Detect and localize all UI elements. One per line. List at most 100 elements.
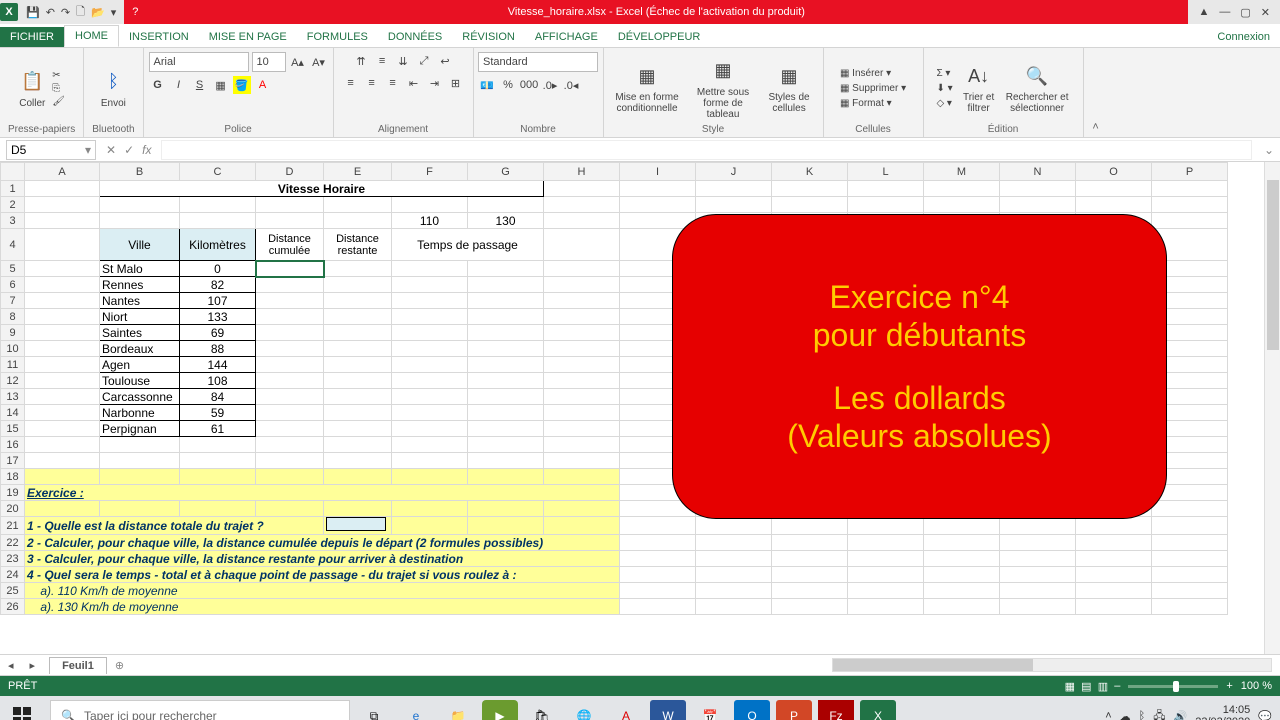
sort-filter-button[interactable]: A↓Trier et filtrer <box>959 62 999 114</box>
col-header[interactable]: F <box>392 163 468 181</box>
row-header[interactable]: 2 <box>1 197 25 213</box>
zoom-in-icon[interactable]: + <box>1226 680 1232 692</box>
cell[interactable]: 69 <box>180 325 256 341</box>
row-header[interactable]: 5 <box>1 261 25 277</box>
cell[interactable]: St Malo <box>100 261 180 277</box>
taskbar-app-acrobat[interactable]: A <box>608 700 644 720</box>
font-size-select[interactable]: 10 <box>252 52 286 72</box>
cell[interactable]: 108 <box>180 373 256 389</box>
taskbar-app-camtasia[interactable]: ▶ <box>482 700 518 720</box>
taskbar-app-explorer[interactable]: 📁 <box>440 700 476 720</box>
redo-icon[interactable]: ↷ <box>61 6 70 19</box>
cell[interactable]: Agen <box>100 357 180 373</box>
align-left-icon[interactable]: ≡ <box>342 74 360 92</box>
col-header[interactable]: J <box>696 163 772 181</box>
cell[interactable]: Nantes <box>100 293 180 309</box>
cell[interactable]: 107 <box>180 293 256 309</box>
row-header[interactable]: 25 <box>1 583 25 599</box>
col-header[interactable]: N <box>1000 163 1076 181</box>
cell[interactable]: 84 <box>180 389 256 405</box>
expand-formula-bar-icon[interactable]: ⌄ <box>1258 143 1280 157</box>
format-painter-icon[interactable]: 🖌 <box>52 96 65 107</box>
col-header[interactable]: A <box>25 163 100 181</box>
name-box[interactable]: D5▾ <box>6 140 96 160</box>
col-header[interactable]: H <box>544 163 620 181</box>
conditional-format-button[interactable]: ▦Mise en forme conditionnelle <box>612 62 682 114</box>
taskbar-app-excel[interactable]: X <box>860 700 896 720</box>
format-cells-button[interactable]: ▦ Format ▾ <box>840 98 906 109</box>
row-header[interactable]: 6 <box>1 277 25 293</box>
insert-cells-button[interactable]: ▦ Insérer ▾ <box>840 68 906 79</box>
select-all-corner[interactable] <box>1 163 25 181</box>
row-header[interactable]: 19 <box>1 485 25 501</box>
align-top-icon[interactable]: ⇈ <box>352 52 370 70</box>
tab-insert[interactable]: INSERTION <box>119 27 199 47</box>
col-header[interactable]: O <box>1076 163 1152 181</box>
tray-bluetooth-icon[interactable]: ᛒ <box>1139 710 1146 720</box>
cell[interactable]: Niort <box>100 309 180 325</box>
align-right-icon[interactable]: ≡ <box>384 74 402 92</box>
taskbar-app-edge[interactable]: e <box>398 700 434 720</box>
delete-cells-button[interactable]: ▦ Supprimer ▾ <box>840 83 906 94</box>
tray-clock[interactable]: 14:05 23/03/2020 <box>1195 704 1250 720</box>
increase-decimal-icon[interactable]: .0▸ <box>541 76 559 94</box>
row-header[interactable]: 21 <box>1 517 25 535</box>
copy-icon[interactable]: ⎘ <box>52 83 65 94</box>
decrease-decimal-icon[interactable]: .0◂ <box>562 76 580 94</box>
col-header[interactable]: E <box>324 163 392 181</box>
active-cell[interactable] <box>256 261 324 277</box>
bluetooth-send-button[interactable]: ᛒ Envoi <box>99 68 127 109</box>
taskbar-app-powerpoint[interactable]: P <box>776 700 812 720</box>
cell[interactable]: 110 <box>392 213 468 229</box>
tab-view[interactable]: AFFICHAGE <box>525 27 608 47</box>
col-header[interactable]: K <box>772 163 848 181</box>
cell[interactable]: 59 <box>180 405 256 421</box>
tab-formulas[interactable]: FORMULES <box>297 27 378 47</box>
cell[interactable]: Bordeaux <box>100 341 180 357</box>
cell-header[interactable]: Temps de passage <box>392 229 544 261</box>
col-header[interactable]: B <box>100 163 180 181</box>
font-color-icon[interactable]: A <box>254 76 272 94</box>
cell[interactable]: Perpignan <box>100 421 180 437</box>
scrollbar-thumb[interactable] <box>833 659 1033 671</box>
fill-icon[interactable]: ⬇ ▾ <box>936 83 952 94</box>
cell-title[interactable]: Vitesse Horaire <box>100 181 544 197</box>
wrap-text-icon[interactable]: ↩ <box>436 52 454 70</box>
tab-developer[interactable]: DÉVELOPPEUR <box>608 27 711 47</box>
ribbon-options-icon[interactable]: ▲ <box>1198 6 1209 19</box>
cell-header[interactable]: Ville <box>100 229 180 261</box>
tab-file[interactable]: FICHIER <box>0 27 64 47</box>
col-header[interactable]: D <box>256 163 324 181</box>
cell[interactable]: 61 <box>180 421 256 437</box>
row-header[interactable]: 13 <box>1 389 25 405</box>
view-normal-icon[interactable]: ▦ <box>1065 680 1075 693</box>
align-bottom-icon[interactable]: ⇊ <box>394 52 412 70</box>
currency-icon[interactable]: 💶 <box>478 76 496 94</box>
enter-formula-icon[interactable]: ✓ <box>124 143 134 157</box>
taskbar-app-filezilla[interactable]: Fz <box>818 700 854 720</box>
cell-header[interactable]: Distance restante <box>324 229 392 261</box>
tray-notifications-icon[interactable]: 💬 <box>1258 710 1272 720</box>
align-middle-icon[interactable]: ≡ <box>373 52 391 70</box>
close-icon[interactable]: ✕ <box>1261 6 1270 19</box>
minimize-icon[interactable]: — <box>1219 6 1230 19</box>
font-name-select[interactable]: Arial <box>149 52 249 72</box>
increase-indent-icon[interactable]: ⇥ <box>426 74 444 92</box>
tab-review[interactable]: RÉVISION <box>452 27 525 47</box>
cell-header[interactable]: Kilomètres <box>180 229 256 261</box>
row-header[interactable]: 4 <box>1 229 25 261</box>
undo-icon[interactable]: ↶ <box>46 6 55 19</box>
row-header[interactable]: 11 <box>1 357 25 373</box>
sheet-tab[interactable]: Feuil1 <box>49 657 107 674</box>
col-header[interactable]: M <box>924 163 1000 181</box>
row-header[interactable]: 10 <box>1 341 25 357</box>
zoom-level[interactable]: 100 % <box>1241 680 1272 692</box>
taskbar-app-chrome[interactable]: 🌐 <box>566 700 602 720</box>
row-header[interactable]: 22 <box>1 535 25 551</box>
col-header[interactable]: P <box>1152 163 1228 181</box>
sheet-nav-prev-icon[interactable]: ◂ <box>0 659 22 672</box>
cell[interactable]: Toulouse <box>100 373 180 389</box>
cell[interactable]: Rennes <box>100 277 180 293</box>
tab-home[interactable]: HOME <box>64 25 119 47</box>
find-select-button[interactable]: 🔍Rechercher et sélectionner <box>1005 62 1070 114</box>
